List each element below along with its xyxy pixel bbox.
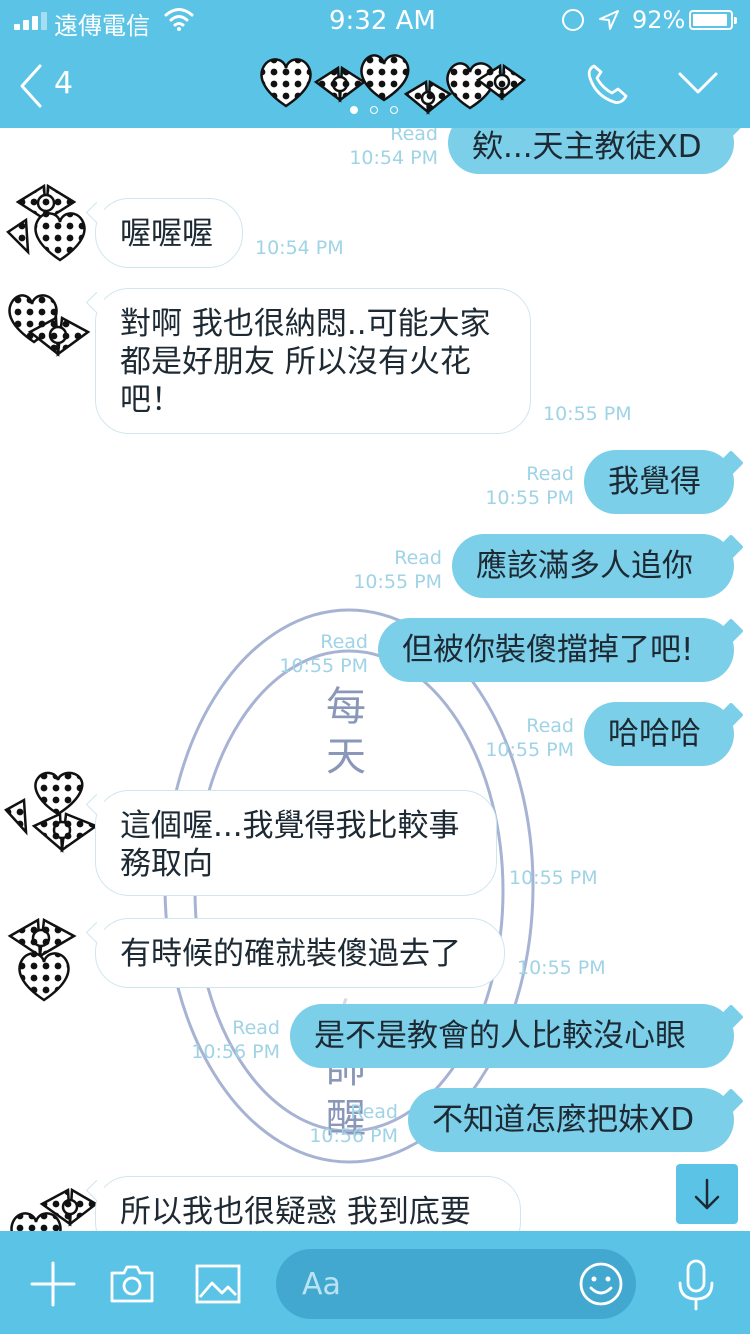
read-receipt: Read (394, 547, 442, 569)
message-time: 10:54 PM (349, 147, 438, 169)
chevron-down-icon[interactable] (676, 68, 720, 98)
arrow-down-icon (694, 1178, 720, 1210)
chat-header: 遠傳電信 9:32 AM 92% 4 (0, 0, 750, 128)
message-time: 10:55 PM (279, 655, 368, 677)
message-input-bar (0, 1231, 750, 1334)
battery-icon (689, 10, 737, 30)
message-bubble-incoming[interactable]: 對啊 我也很納悶..可能大家都是好朋友 所以沒有火花吧！ (95, 288, 531, 434)
message-bubble-outgoing[interactable]: 不知道怎麼把妹XD (408, 1088, 734, 1152)
message-meta: Read 10:54 PM (330, 128, 438, 170)
message-bubble-incoming[interactable]: 所以我也很疑惑 我到底要 (95, 1176, 521, 1231)
microphone-icon[interactable] (676, 1259, 716, 1311)
contact-avatar[interactable] (4, 912, 100, 1002)
message-meta: Read 10:56 PM (172, 1016, 280, 1064)
message-meta: Read 10:55 PM (334, 546, 442, 594)
read-receipt: Read (232, 1017, 280, 1039)
status-bar: 遠傳電信 9:32 AM 92% (0, 0, 750, 40)
message-list[interactable]: 每 天 早 上 都 自 帥 醒 Read 10:54 PM 欸...天主教徒XD… (0, 128, 750, 1231)
message-time: 10:55 PM (517, 957, 606, 979)
message-meta: Read 10:55 PM (466, 462, 574, 510)
message-time: 10:55 PM (543, 403, 632, 425)
contact-avatar[interactable] (4, 172, 100, 262)
read-receipt: Read (526, 715, 574, 737)
message-bubble-outgoing[interactable]: 應該滿多人追你 (452, 534, 734, 598)
phone-icon[interactable] (584, 62, 628, 106)
watermark-char: 天 (326, 734, 366, 780)
contact-avatar[interactable] (2, 770, 98, 860)
battery-percent: 92% (632, 6, 686, 34)
carrier-name: 遠傳電信 (54, 12, 150, 40)
contact-avatar[interactable] (0, 282, 96, 372)
plus-icon[interactable] (30, 1261, 76, 1307)
watermark-char: 每 (326, 684, 366, 730)
message-bubble-outgoing[interactable]: 我覺得 (584, 450, 734, 514)
scroll-to-bottom-button[interactable] (676, 1164, 738, 1224)
read-receipt: Read (390, 128, 438, 145)
message-time: 10:56 PM (309, 1125, 398, 1147)
message-bubble-outgoing[interactable]: 哈哈哈 (584, 702, 734, 766)
nav-bar: 4 (0, 40, 750, 128)
read-receipt: Read (526, 463, 574, 485)
message-time: 10:55 PM (485, 739, 574, 761)
signal-strength-icon (14, 12, 50, 30)
message-meta: Read 10:55 PM (466, 714, 574, 762)
emoji-icon[interactable] (578, 1261, 624, 1307)
message-time: 10:55 PM (485, 487, 574, 509)
image-icon[interactable] (194, 1263, 242, 1305)
message-time: 10:55 PM (353, 571, 442, 593)
message-time: 10:54 PM (255, 237, 344, 259)
read-receipt: Read (350, 1101, 398, 1123)
unread-count: 4 (54, 66, 74, 101)
status-time: 9:32 AM (329, 6, 436, 36)
contact-avatar[interactable] (2, 1174, 98, 1231)
message-bubble-outgoing[interactable]: 但被你裝傻擋掉了吧! (378, 618, 734, 682)
location-icon (599, 10, 619, 30)
page-indicator (350, 106, 400, 116)
message-bubble-outgoing[interactable]: 欸...天主教徒XD (448, 128, 734, 174)
message-time: 10:55 PM (509, 867, 598, 889)
message-time: 10:56 PM (191, 1041, 280, 1063)
chevron-left-icon (20, 64, 42, 108)
read-receipt: Read (320, 631, 368, 653)
message-bubble-incoming[interactable]: 喔喔喔 (95, 198, 243, 268)
rotation-lock-icon (562, 9, 584, 31)
message-meta: Read 10:55 PM (260, 630, 368, 678)
message-meta: Read 10:56 PM (290, 1100, 398, 1148)
message-bubble-outgoing[interactable]: 是不是教會的人比較沒心眼 (290, 1004, 734, 1068)
camera-icon[interactable] (108, 1263, 156, 1305)
message-bubble-incoming[interactable]: 這個喔...我覺得我比較事務取向 (95, 790, 497, 896)
back-button[interactable]: 4 (16, 62, 86, 110)
message-bubble-incoming[interactable]: 有時候的確就裝傻過去了 (95, 918, 505, 988)
wifi-icon (164, 8, 194, 31)
